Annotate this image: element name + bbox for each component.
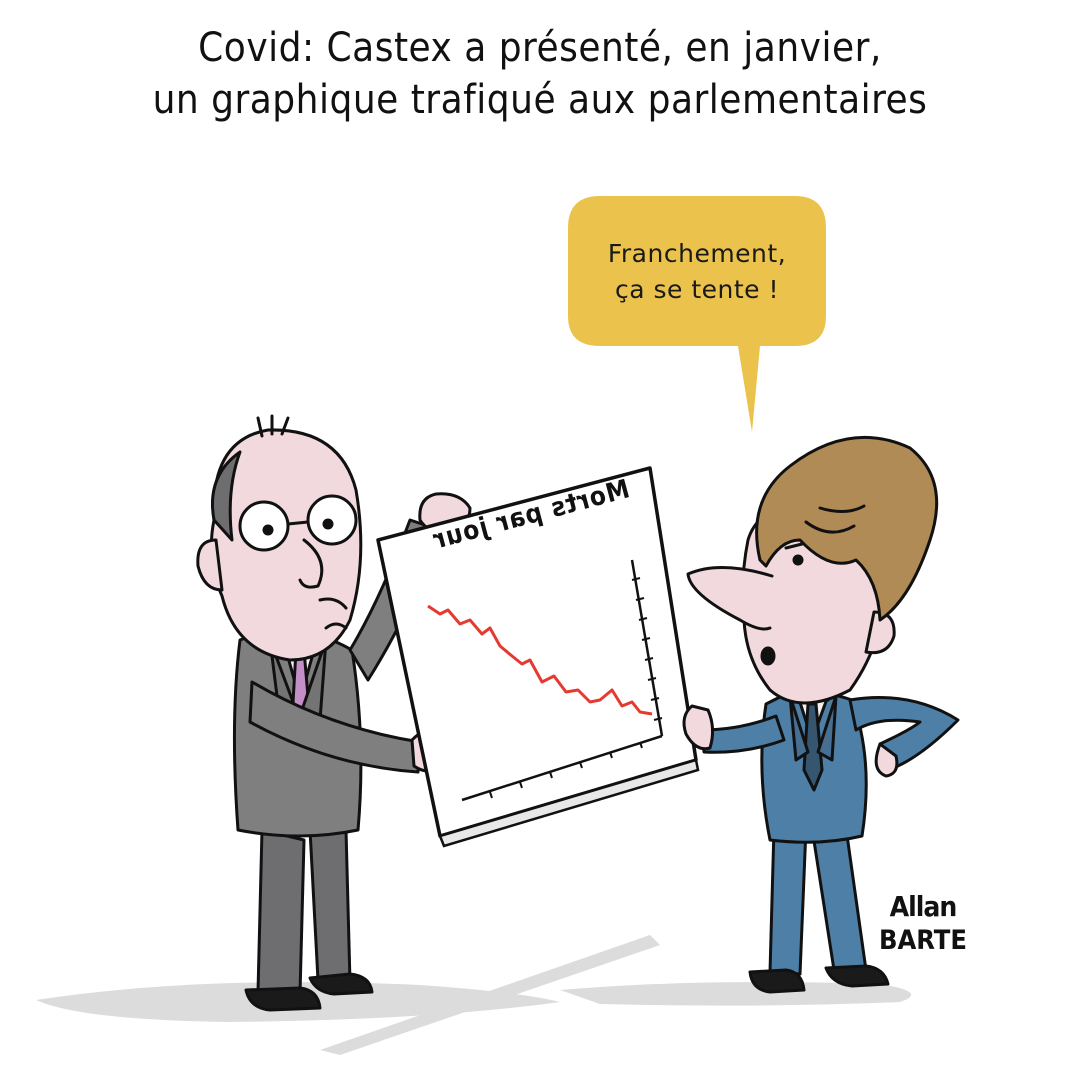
signature-line-1: Allan bbox=[889, 890, 958, 923]
speech-bubble-text: Franchement, ça se tente ! bbox=[586, 236, 808, 308]
speech-line-1: Franchement, bbox=[607, 239, 787, 268]
artist-signature: Allan BARTE bbox=[868, 890, 978, 958]
speech-bubble bbox=[568, 196, 826, 432]
speech-line-2: ça se tente ! bbox=[614, 275, 780, 304]
signature-line-2: BARTE bbox=[879, 925, 967, 956]
